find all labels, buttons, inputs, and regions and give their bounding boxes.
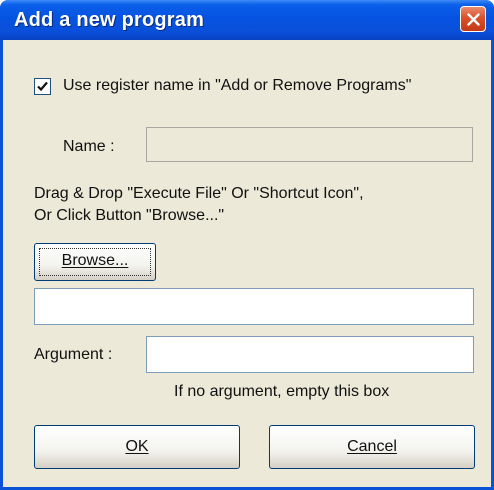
program-path-input[interactable] [34,288,474,325]
ok-button-label: OK [125,438,149,455]
browse-button[interactable]: Browse... [34,243,156,281]
cancel-button[interactable]: Cancel [269,425,475,469]
cancel-button-label: Cancel [347,438,397,455]
register-name-label[interactable]: Use register name in "Add or Remove Prog… [63,77,411,95]
ok-button[interactable]: OK [34,425,240,469]
browse-button-label: Browse... [61,252,129,269]
instruction-line-2: Or Click Button "Browse..." [34,207,225,224]
add-program-dialog: Add a new program Use register name in "… [0,0,494,490]
title-bar[interactable]: Add a new program [0,0,494,40]
close-icon [467,13,480,26]
argument-label: Argument : [34,346,113,363]
argument-input[interactable] [146,336,474,373]
name-label: Name : [63,138,115,155]
argument-hint: If no argument, empty this box [174,383,390,400]
instruction-line-1: Drag & Drop "Execute File" Or "Shortcut … [34,185,364,202]
checkmark-icon [37,81,48,92]
name-input[interactable] [146,127,473,162]
dialog-title: Add a new program [14,9,205,31]
register-name-checkbox[interactable] [34,78,51,95]
close-button[interactable] [460,6,486,32]
